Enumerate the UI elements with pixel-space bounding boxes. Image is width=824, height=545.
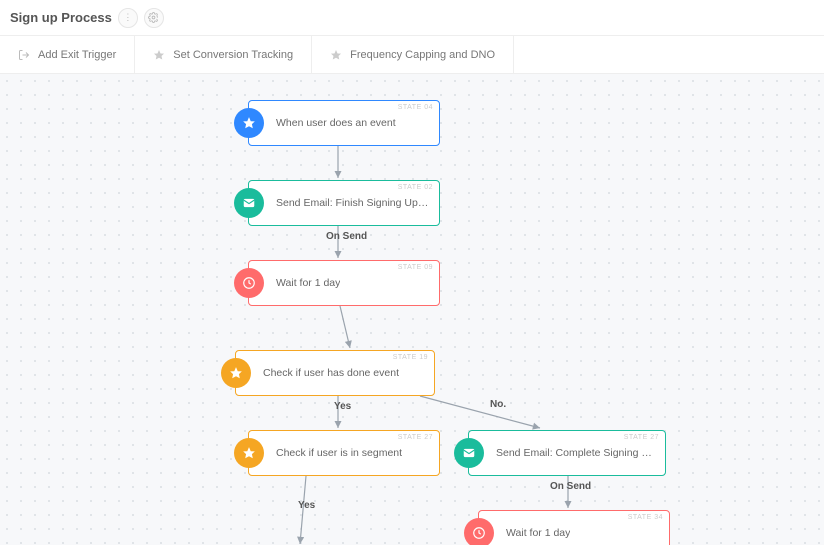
star-icon	[330, 49, 342, 61]
node-check-segment[interactable]: Check if user is in segment STATE 27	[248, 430, 440, 476]
node-trigger-event[interactable]: When user does an event STATE 04	[248, 100, 440, 146]
clock-icon	[234, 268, 264, 298]
edge-label-yes-2: Yes	[298, 500, 315, 511]
node-send-email-finish[interactable]: Send Email: Finish Signing Up Now STATE …	[248, 180, 440, 226]
add-exit-trigger-button[interactable]: Add Exit Trigger	[0, 36, 135, 73]
page-title: Sign up Process	[10, 10, 112, 25]
node-state-tag: STATE 09	[398, 264, 433, 271]
workflow-canvas[interactable]: On Send Yes No. Yes On Send When user do…	[0, 74, 824, 545]
node-check-event[interactable]: Check if user has done event STATE 19	[235, 350, 435, 396]
header-bar: Sign up Process ⋮	[0, 0, 824, 36]
star-icon	[153, 49, 165, 61]
clock-icon	[464, 518, 494, 545]
node-label: Wait for 1 day	[506, 527, 570, 539]
exit-icon	[18, 49, 30, 61]
set-conversion-tracking-button[interactable]: Set Conversion Tracking	[135, 36, 312, 73]
node-wait-1-day[interactable]: Wait for 1 day STATE 09	[248, 260, 440, 306]
node-label: Send Email: Complete Signing Up..	[496, 447, 657, 459]
node-label: Send Email: Finish Signing Up Now	[276, 197, 431, 209]
page-menu-button[interactable]: ⋮	[118, 8, 138, 28]
kebab-icon: ⋮	[123, 13, 132, 22]
toolbar-label: Set Conversion Tracking	[173, 49, 293, 61]
star-icon	[234, 108, 264, 138]
node-wait-1-day-2[interactable]: Wait for 1 day STATE 34	[478, 510, 670, 545]
node-state-tag: STATE 27	[398, 434, 433, 441]
mail-icon	[234, 188, 264, 218]
node-label: When user does an event	[276, 117, 396, 129]
node-state-tag: STATE 02	[398, 184, 433, 191]
toolbar: Add Exit Trigger Set Conversion Tracking…	[0, 36, 824, 74]
node-state-tag: STATE 04	[398, 104, 433, 111]
frequency-capping-button[interactable]: Frequency Capping and DNO	[312, 36, 514, 73]
node-label: Check if user has done event	[263, 367, 399, 379]
gear-button[interactable]	[144, 8, 164, 28]
node-state-tag: STATE 34	[628, 514, 663, 521]
node-state-tag: STATE 27	[624, 434, 659, 441]
star-icon	[234, 438, 264, 468]
edge-label-on-send-2: On Send	[550, 481, 591, 492]
toolbar-label: Frequency Capping and DNO	[350, 49, 495, 61]
node-state-tag: STATE 19	[393, 354, 428, 361]
node-label: Wait for 1 day	[276, 277, 340, 289]
node-send-email-complete[interactable]: Send Email: Complete Signing Up.. STATE …	[468, 430, 666, 476]
mail-icon	[454, 438, 484, 468]
edge-label-no: No.	[490, 399, 506, 410]
star-icon	[221, 358, 251, 388]
node-label: Check if user is in segment	[276, 447, 402, 459]
gear-icon	[148, 12, 159, 23]
edge-label-yes-1: Yes	[334, 401, 351, 412]
toolbar-label: Add Exit Trigger	[38, 49, 116, 61]
edge-label-on-send-1: On Send	[326, 231, 367, 242]
